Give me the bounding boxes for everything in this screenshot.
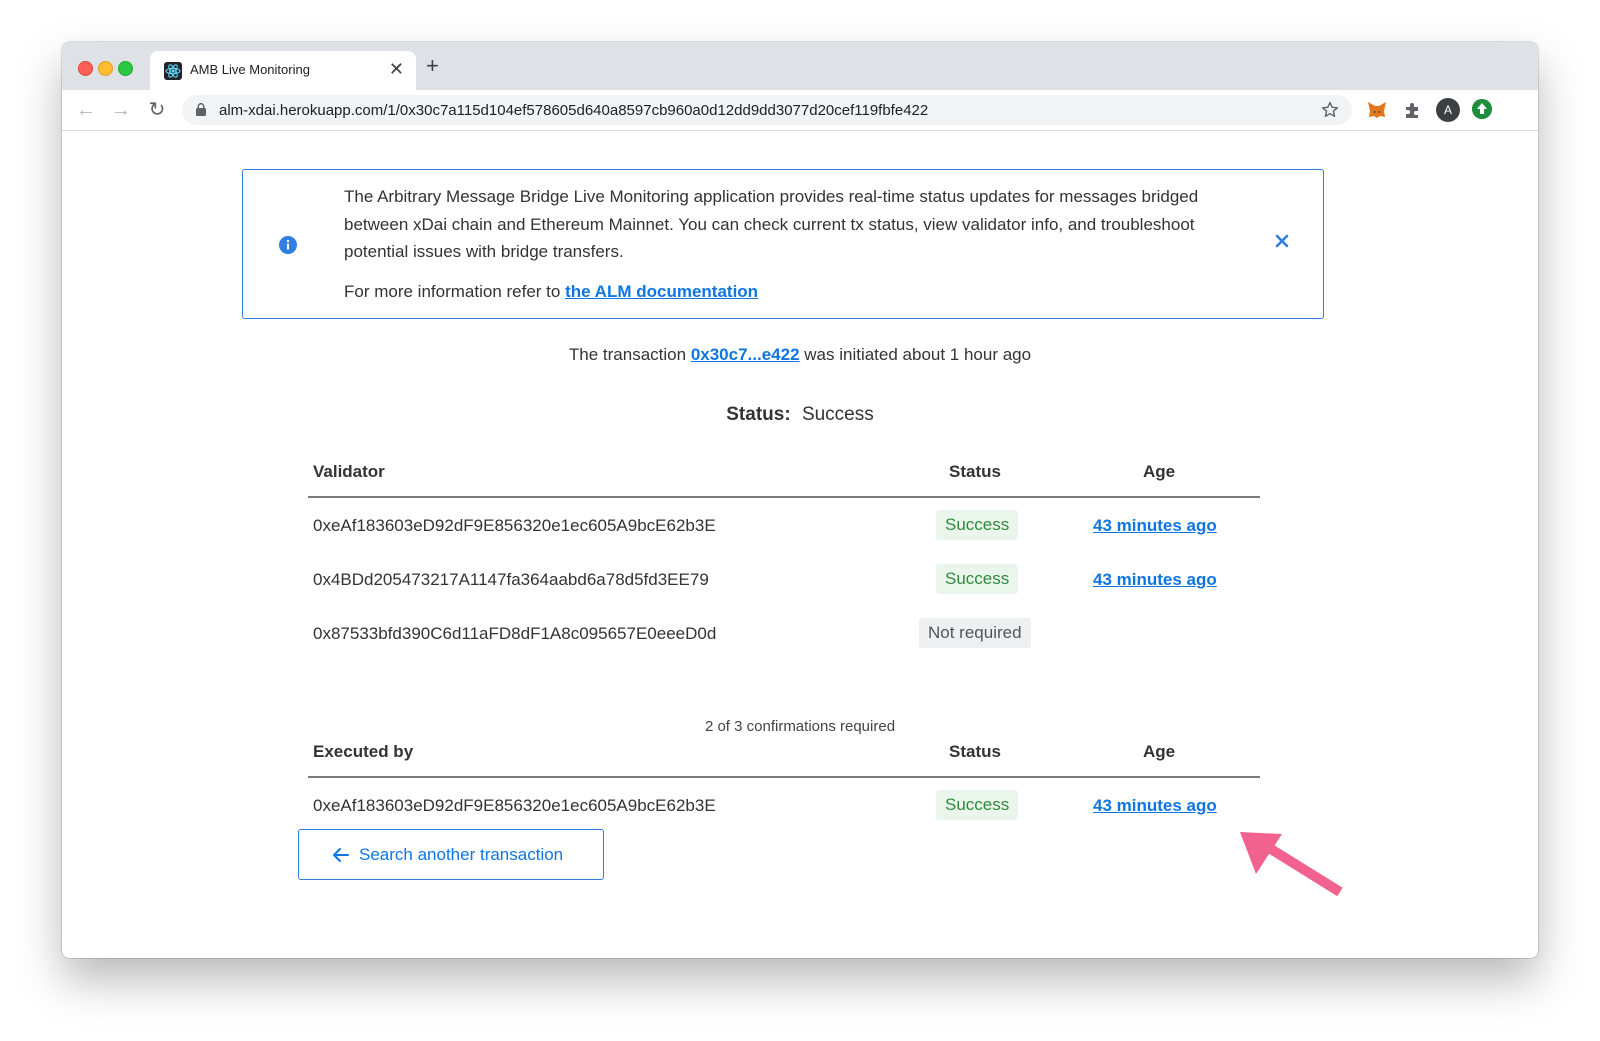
age-link[interactable]: 43 minutes ago [1093, 570, 1217, 590]
minimize-window-button[interactable] [98, 61, 113, 76]
metamask-fox-icon[interactable] [1366, 99, 1388, 121]
validator-address: 0x4BDd205473217A1147fa364aabd6a78d5fd3EE… [313, 570, 709, 589]
annotation-arrow-icon [1240, 832, 1343, 897]
status-badge: Success [936, 510, 1019, 540]
search-another-transaction-button[interactable]: Search another transaction [298, 829, 604, 880]
transaction-hash-link[interactable]: 0x30c7...e422 [691, 345, 800, 364]
validators-table-header: Validator Status Age [308, 448, 1260, 498]
status-label: Status: [726, 404, 791, 425]
validator-address: 0xeAf183603eD92dF9E856320e1ec605A9bcE62b… [313, 516, 716, 535]
transaction-prefix: The transaction [568, 345, 687, 364]
column-header-status: Status [949, 462, 1001, 481]
column-header-validator: Validator [313, 462, 385, 481]
transaction-suffix: was initiated about 1 hour ago [804, 345, 1032, 364]
overall-status: Status: Success [62, 404, 1538, 426]
update-arrow-icon[interactable] [1472, 99, 1492, 119]
arrow-left-icon [333, 848, 349, 862]
tab-title: AMB Live Monitoring [190, 62, 310, 77]
lock-icon [196, 103, 206, 116]
info-icon [279, 236, 297, 254]
alm-documentation-link[interactable]: the ALM documentation [565, 282, 758, 301]
status-badge: Not required [919, 618, 1031, 648]
status-badge: Success [936, 790, 1019, 820]
age-link[interactable]: 43 minutes ago [1093, 516, 1217, 536]
table-row: 0xeAf183603eD92dF9E856320e1ec605A9bcE62b… [308, 498, 1260, 552]
info-description: The Arbitrary Message Bridge Live Monito… [344, 187, 1199, 261]
back-arrow-icon[interactable]: ← [74, 98, 98, 122]
status-badge: Success [936, 564, 1019, 594]
reload-icon[interactable]: ↻ [145, 98, 169, 122]
column-header-age: Age [1143, 742, 1176, 761]
column-header-executed-by: Executed by [313, 742, 414, 761]
bookmark-star-icon[interactable] [1320, 100, 1340, 120]
info-more-prefix: For more information refer to [344, 282, 561, 301]
tab-bar: AMB Live Monitoring ✕ + [62, 42, 1538, 90]
browser-toolbar: ← → ↻ alm-xdai.herokuapp.com/1/0x30c7a11… [62, 90, 1538, 131]
close-banner-icon[interactable] [1275, 234, 1289, 248]
table-row: 0xeAf183603eD92dF9E856320e1ec605A9bcE62b… [308, 778, 1260, 832]
close-tab-icon[interactable]: ✕ [389, 59, 404, 79]
column-header-status: Status [949, 742, 1001, 761]
status-value: Success [801, 404, 874, 425]
validators-table: Validator Status Age 0xeAf183603eD92dF9E… [308, 448, 1260, 660]
extensions-puzzle-icon[interactable] [1402, 99, 1424, 121]
info-banner: The Arbitrary Message Bridge Live Monito… [242, 169, 1324, 319]
validator-address: 0x87533bfd390C6d11aFD8dF1A8c095657E0eeeD… [313, 624, 717, 643]
profile-avatar[interactable]: A [1436, 98, 1460, 122]
react-icon [164, 62, 182, 80]
forward-arrow-icon[interactable]: → [109, 98, 133, 122]
column-header-age: Age [1143, 462, 1176, 481]
search-button-label: Search another transaction [359, 845, 564, 864]
url-text: alm-xdai.herokuapp.com/1/0x30c7a115d104e… [219, 102, 929, 119]
maximize-window-button[interactable] [118, 61, 133, 76]
table-row: 0x4BDd205473217A1147fa364aabd6a78d5fd3EE… [308, 552, 1260, 606]
close-window-button[interactable] [78, 61, 93, 76]
executor-address: 0xeAf183603eD92dF9E856320e1ec605A9bcE62b… [313, 796, 716, 815]
executed-table-header: Executed by Status Age [308, 728, 1260, 778]
table-row: 0x87533bfd390C6d11aFD8dF1A8c095657E0eeeD… [308, 606, 1260, 660]
browser-tab[interactable]: AMB Live Monitoring ✕ [150, 51, 416, 90]
info-more: For more information refer to the ALM do… [344, 282, 758, 302]
executed-table: Executed by Status Age 0xeAf183603eD92dF… [308, 728, 1260, 832]
age-link[interactable]: 43 minutes ago [1093, 796, 1217, 816]
address-bar[interactable]: alm-xdai.herokuapp.com/1/0x30c7a115d104e… [182, 95, 1352, 125]
new-tab-icon[interactable]: + [426, 55, 439, 77]
transaction-summary: The transaction 0x30c7...e422 was initia… [62, 345, 1538, 365]
browser-window: AMB Live Monitoring ✕ + ← → ↻ alm-xdai.h… [62, 42, 1538, 958]
